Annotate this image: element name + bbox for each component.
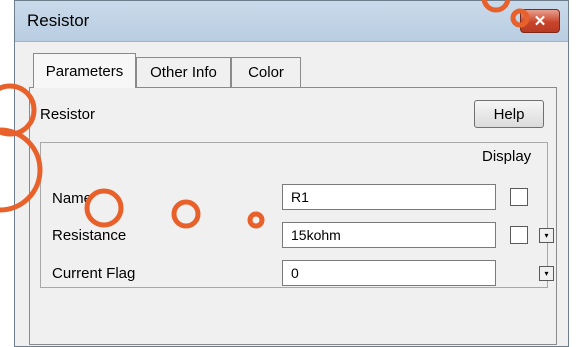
- name-display-checkbox[interactable]: [510, 188, 528, 206]
- parameters-panel: Resistor Help Display Name R1 Resistance…: [29, 87, 557, 345]
- current-flag-field[interactable]: 0: [282, 260, 496, 286]
- title-bar[interactable]: Resistor ✕: [15, 1, 568, 42]
- tab-color[interactable]: Color: [231, 57, 301, 87]
- close-icon: ✕: [533, 13, 547, 30]
- tab-other-info[interactable]: Other Info: [136, 57, 231, 87]
- current-flag-dropdown-button[interactable]: ▾: [539, 266, 554, 281]
- dropdown-arrow-icon: ▾: [544, 269, 549, 278]
- section-title: Resistor: [40, 106, 96, 123]
- resistance-dropdown-button[interactable]: ▾: [539, 228, 554, 243]
- name-field[interactable]: R1: [282, 184, 496, 210]
- window-title: Resistor: [27, 11, 90, 30]
- name-label: Name: [52, 190, 93, 207]
- resistance-display-checkbox[interactable]: [510, 226, 528, 244]
- close-button[interactable]: ✕: [520, 9, 560, 33]
- resistance-label: Resistance: [52, 227, 127, 244]
- tab-parameters[interactable]: Parameters: [33, 53, 136, 88]
- display-column-header: Display: [482, 148, 532, 165]
- resistor-dialog: Resistor ✕ Parameters Other Info Color R…: [14, 0, 569, 347]
- dropdown-arrow-icon: ▾: [544, 231, 549, 240]
- resistance-field[interactable]: 15kohm: [282, 222, 496, 248]
- help-button[interactable]: Help: [474, 100, 544, 128]
- current-flag-label: Current Flag: [52, 265, 136, 282]
